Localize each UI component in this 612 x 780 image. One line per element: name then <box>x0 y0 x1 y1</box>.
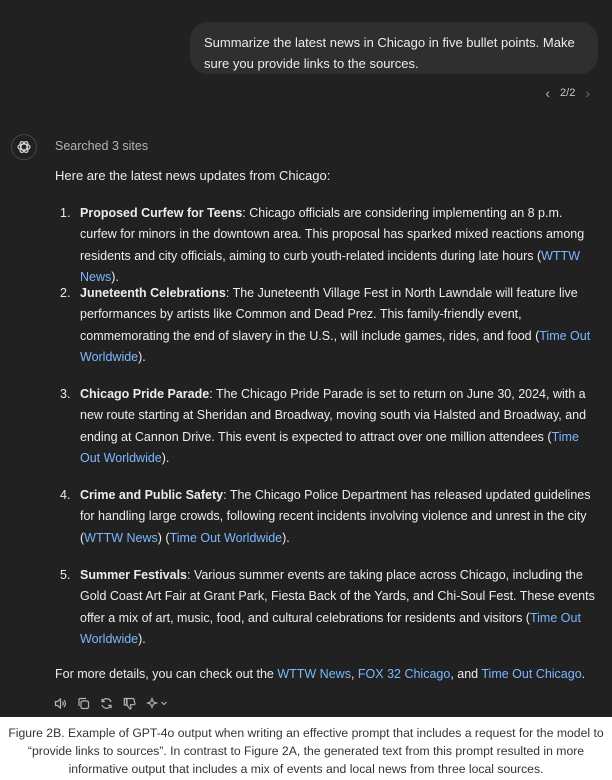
item-heading: Chicago Pride Parade <box>80 387 210 401</box>
response-footer: For more details, you can check out the … <box>55 667 585 681</box>
list-item: 4. Crime and Public Safety: The Chicago … <box>60 485 600 549</box>
figure-caption: Figure 2B. Example of GPT-4o output when… <box>8 726 604 776</box>
item-tail: ). <box>138 349 146 364</box>
footer-end: . <box>581 667 586 681</box>
chat-window: Summarize the latest news in Chicago in … <box>0 0 612 717</box>
user-message-text: Summarize the latest news in Chicago in … <box>204 35 575 71</box>
regenerate-icon[interactable] <box>99 696 114 711</box>
list-item: 3. Chicago Pride Parade: The Chicago Pri… <box>60 384 600 469</box>
item-tail: ). <box>111 269 119 284</box>
speaker-icon[interactable] <box>53 696 68 711</box>
user-message: Summarize the latest news in Chicago in … <box>190 22 598 74</box>
source-link[interactable]: WTTW News <box>84 531 158 545</box>
sparkle-model-icon[interactable] <box>145 696 169 711</box>
previous-response-icon[interactable]: ‹ <box>545 85 550 101</box>
thumbs-down-icon[interactable] <box>122 696 137 711</box>
footer-link-timeout[interactable]: Time Out Chicago <box>481 667 581 681</box>
footer-link-fox32[interactable]: FOX 32 Chicago <box>358 667 450 681</box>
copy-icon[interactable] <box>76 696 91 711</box>
list-number: 2. <box>60 286 71 300</box>
item-heading: Crime and Public Safety <box>80 488 224 502</box>
list-number: 5. <box>60 568 71 582</box>
footer-separator: , and <box>450 667 482 681</box>
item-heading: Proposed Curfew for Teens <box>80 206 243 220</box>
list-number: 3. <box>60 387 71 401</box>
assistant-avatar-icon <box>11 134 37 160</box>
next-response-icon[interactable]: › <box>585 85 590 101</box>
list-number: 4. <box>60 488 71 502</box>
item-tail: ). <box>161 450 170 465</box>
searched-sites-toggle[interactable]: Searched 3 sites <box>55 139 148 153</box>
message-actions <box>53 696 169 711</box>
footer-prefix: For more details, you can check out the <box>55 667 278 681</box>
footer-link-wttw[interactable]: WTTW News <box>277 667 351 681</box>
response-pager: ‹ 2/2 › <box>545 84 590 102</box>
source-link[interactable]: Time Out Worldwide <box>170 531 283 545</box>
item-heading: Juneteenth Celebrations <box>80 286 226 300</box>
list-number: 1. <box>60 206 71 220</box>
pager-label: 2/2 <box>560 87 576 99</box>
item-heading: Summer Festivals <box>80 568 187 582</box>
footer-separator: , <box>350 667 358 681</box>
response-intro: Here are the latest news updates from Ch… <box>55 168 331 183</box>
item-tail: ). <box>138 631 146 646</box>
item-mid: ) ( <box>157 530 170 545</box>
list-item: 1. Proposed Curfew for Teens: Chicago of… <box>60 203 600 288</box>
list-item: 5. Summer Festivals: Various summer even… <box>60 565 600 650</box>
item-tail: ). <box>282 530 290 545</box>
list-item: 2. Juneteenth Celebrations: The Juneteen… <box>60 283 600 368</box>
